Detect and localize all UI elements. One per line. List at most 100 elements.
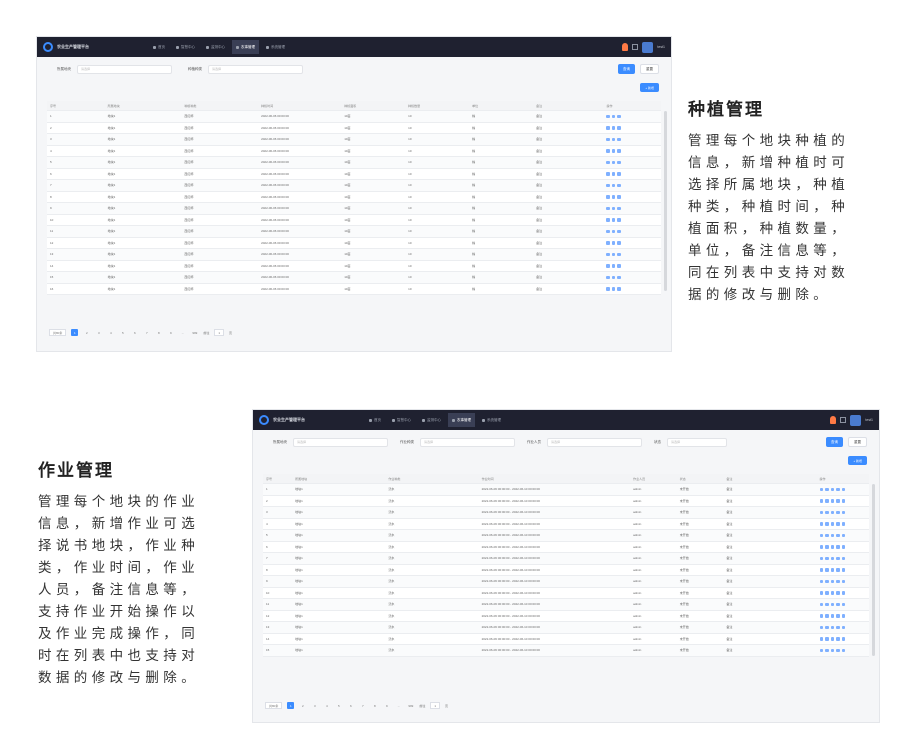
view-icon[interactable]	[606, 206, 610, 210]
notification-bell-icon[interactable]	[622, 43, 629, 51]
table-row[interactable]: 3 地块1 西红柿 2022-06-06 00:00:00 10亩 10 株 备注	[47, 134, 661, 146]
table-scrollbar[interactable]	[664, 111, 667, 291]
delete-icon[interactable]	[617, 241, 621, 245]
page-button[interactable]: ...	[179, 329, 186, 336]
edit-icon[interactable]	[825, 510, 829, 514]
nav-smart-center[interactable]: 智慧中心	[388, 413, 415, 427]
page-button[interactable]: 3	[95, 329, 102, 336]
complete-icon[interactable]	[841, 510, 846, 514]
delete-icon[interactable]	[830, 499, 835, 503]
plot-select[interactable]: 请选择	[293, 437, 388, 447]
view-icon[interactable]	[606, 275, 610, 279]
table-row[interactable]: 14 地块1 西红柿 2022-06-06 00:00:00 10亩 10 株 备注	[47, 260, 661, 272]
table-row[interactable]: 6 地块1 西红柿 2022-06-06 00:00:00 10亩 10 株 备注	[47, 168, 661, 180]
complete-icon[interactable]	[841, 591, 846, 595]
edit-icon[interactable]	[825, 591, 829, 595]
view-icon[interactable]	[819, 579, 824, 583]
plot-select[interactable]: 请选择	[77, 64, 172, 74]
table-row[interactable]: 9 地块1 浇水 2022-06-06 00:00:00 - 2022-06-10 0…	[263, 576, 869, 588]
delete-icon[interactable]	[830, 487, 835, 491]
edit-icon[interactable]	[825, 614, 829, 618]
delete-icon[interactable]	[830, 556, 835, 560]
nav-home[interactable]: 首页	[365, 413, 385, 427]
view-icon[interactable]	[606, 252, 610, 256]
table-row[interactable]: 11 地块1 西红柿 2022-06-06 00:00:00 10亩 10 株 备注	[47, 226, 661, 238]
page-button[interactable]: 2	[83, 329, 90, 336]
table-row[interactable]: 9 地块1 西红柿 2022-06-06 00:00:00 10亩 10 株 备注	[47, 203, 661, 215]
page-button[interactable]: 5	[119, 329, 126, 336]
edit-icon[interactable]	[611, 264, 616, 268]
view-icon[interactable]	[606, 195, 610, 199]
page-button[interactable]: 9	[167, 329, 174, 336]
view-icon[interactable]	[606, 114, 610, 118]
edit-icon[interactable]	[611, 195, 616, 199]
delete-icon[interactable]	[617, 229, 621, 233]
view-icon[interactable]	[819, 602, 824, 606]
status-select[interactable]: 请选择	[667, 437, 727, 447]
delete-icon[interactable]	[830, 510, 835, 514]
delete-icon[interactable]	[617, 172, 621, 176]
view-icon[interactable]	[606, 172, 610, 176]
view-icon[interactable]	[819, 625, 824, 629]
edit-icon[interactable]	[825, 625, 829, 629]
start-icon[interactable]	[836, 602, 840, 606]
table-row[interactable]: 4 地块1 西红柿 2022-06-06 00:00:00 10亩 10 株 备注	[47, 145, 661, 157]
start-icon[interactable]	[836, 522, 840, 526]
delete-icon[interactable]	[830, 568, 835, 572]
start-icon[interactable]	[836, 625, 840, 629]
delete-icon[interactable]	[617, 287, 621, 291]
view-icon[interactable]	[819, 533, 824, 537]
avatar[interactable]	[642, 41, 654, 53]
table-row[interactable]: 14 地块1 浇水 2022-06-06 00:00:00 - 2022-06-10 …	[263, 633, 869, 645]
delete-icon[interactable]	[617, 137, 621, 141]
view-icon[interactable]	[606, 160, 610, 164]
delete-icon[interactable]	[617, 218, 621, 222]
start-icon[interactable]	[836, 545, 840, 549]
table-row[interactable]: 13 地块1 浇水 2022-06-06 00:00:00 - 2022-06-10 …	[263, 622, 869, 634]
nav-monitor-center[interactable]: 监测中心	[202, 40, 229, 54]
delete-icon[interactable]	[830, 614, 835, 618]
edit-icon[interactable]	[825, 533, 829, 537]
query-button[interactable]: 查询	[826, 437, 843, 447]
page-button[interactable]: 999	[191, 329, 198, 336]
view-icon[interactable]	[606, 241, 610, 245]
table-row[interactable]: 8 地块1 浇水 2022-06-06 00:00:00 - 2022-06-10 0…	[263, 564, 869, 576]
nav-monitor-center[interactable]: 监测中心	[418, 413, 445, 427]
user-name[interactable]: test1	[865, 418, 873, 422]
delete-icon[interactable]	[830, 522, 835, 526]
view-icon[interactable]	[819, 545, 824, 549]
page-button[interactable]: 8	[155, 329, 162, 336]
edit-icon[interactable]	[611, 218, 616, 222]
view-icon[interactable]	[606, 229, 610, 233]
page-button[interactable]: 1	[71, 329, 79, 336]
view-icon[interactable]	[819, 591, 824, 595]
table-row[interactable]: 1 地块1 浇水 2022-06-06 00:00:00 - 2022-06-10 0…	[263, 484, 869, 496]
edit-icon[interactable]	[611, 287, 616, 291]
view-icon[interactable]	[819, 522, 824, 526]
table-row[interactable]: 15 地块1 浇水 2022-06-06 00:00:00 - 2022-06-10 …	[263, 645, 869, 657]
edit-icon[interactable]	[825, 637, 829, 641]
nav-farm-management[interactable]: 农事管理	[232, 40, 259, 54]
page-button[interactable]: 6	[347, 702, 354, 709]
table-row[interactable]: 4 地块1 浇水 2022-06-06 00:00:00 - 2022-06-10 0…	[263, 518, 869, 530]
delete-icon[interactable]	[617, 275, 621, 279]
fullscreen-icon[interactable]	[632, 44, 639, 50]
work-type-select[interactable]: 请选择	[420, 437, 515, 447]
table-row[interactable]: 13 地块1 西红柿 2022-06-06 00:00:00 10亩 10 株 备注	[47, 249, 661, 261]
reset-button[interactable]: 重置	[640, 64, 659, 74]
table-row[interactable]: 7 地块1 西红柿 2022-06-06 00:00:00 10亩 10 株 备注	[47, 180, 661, 192]
table-scrollbar[interactable]	[872, 484, 875, 656]
view-icon[interactable]	[606, 126, 610, 130]
view-icon[interactable]	[819, 568, 824, 572]
page-button[interactable]: 999	[407, 702, 414, 709]
edit-icon[interactable]	[611, 183, 616, 187]
edit-icon[interactable]	[825, 487, 829, 491]
complete-icon[interactable]	[841, 602, 846, 606]
page-button[interactable]: 4	[323, 702, 330, 709]
delete-icon[interactable]	[830, 533, 835, 537]
page-button[interactable]: 4	[107, 329, 114, 336]
start-icon[interactable]	[836, 510, 840, 514]
view-icon[interactable]	[606, 287, 610, 291]
add-button[interactable]: + 新增	[640, 83, 659, 92]
view-icon[interactable]	[819, 648, 824, 652]
